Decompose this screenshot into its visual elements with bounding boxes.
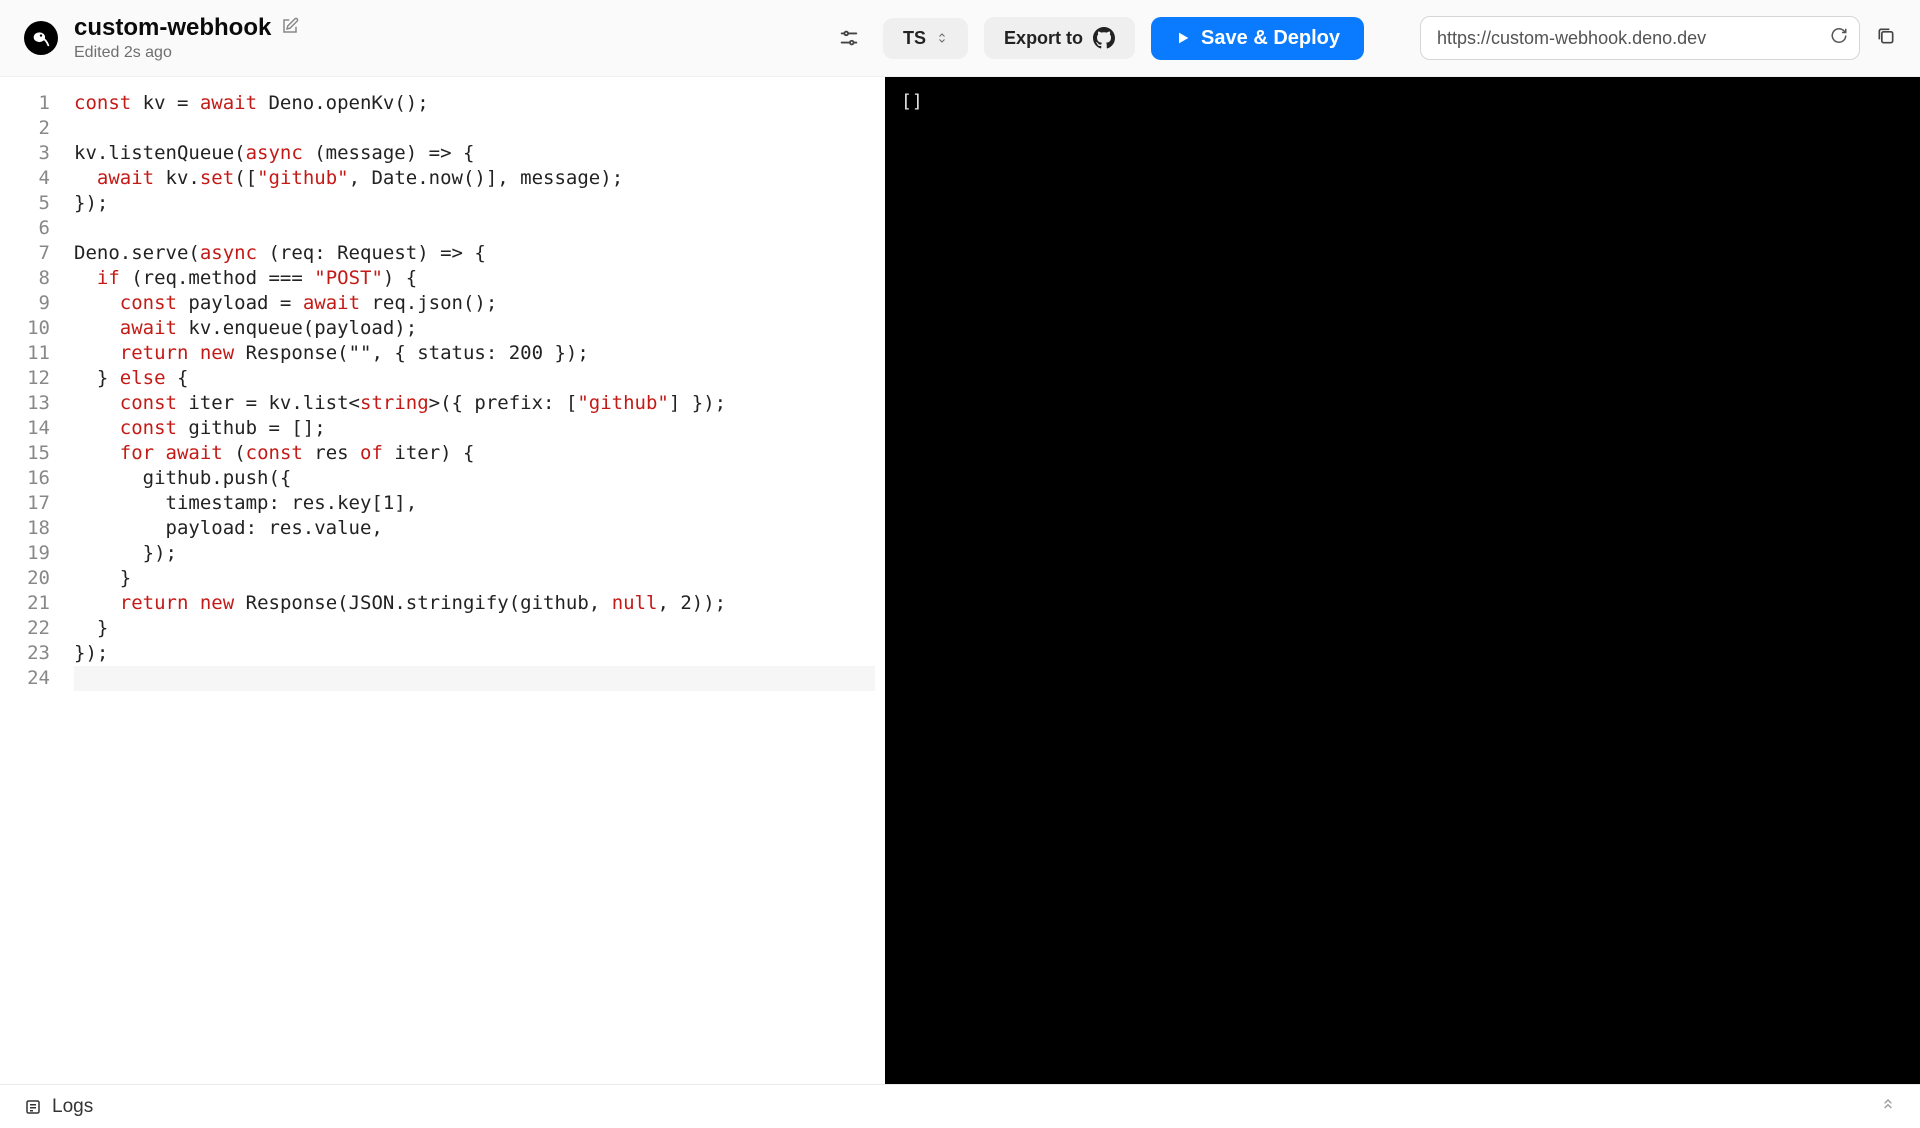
line-number: 6 bbox=[0, 216, 50, 241]
code-line[interactable]: const kv = await Deno.openKv(); bbox=[74, 91, 875, 116]
code-line[interactable] bbox=[74, 216, 875, 241]
code-line[interactable] bbox=[74, 666, 875, 691]
line-number: 4 bbox=[0, 166, 50, 191]
code-line[interactable]: return new Response(JSON.stringify(githu… bbox=[74, 591, 875, 616]
code-line[interactable]: const payload = await req.json(); bbox=[74, 291, 875, 316]
deno-icon bbox=[28, 25, 54, 51]
code-editor[interactable]: 123456789101112131415161718192021222324 … bbox=[0, 77, 885, 1084]
line-gutter: 123456789101112131415161718192021222324 bbox=[0, 77, 60, 1084]
code-line[interactable]: }); bbox=[74, 191, 875, 216]
line-number: 16 bbox=[0, 466, 50, 491]
code-line[interactable]: for await (const res of iter) { bbox=[74, 441, 875, 466]
play-icon bbox=[1175, 30, 1191, 46]
line-number: 17 bbox=[0, 491, 50, 516]
code-line[interactable]: kv.listenQueue(async (message) => { bbox=[74, 141, 875, 166]
title-block: custom-webhook Edited 2s ago bbox=[74, 14, 299, 62]
code-line[interactable]: if (req.method === "POST") { bbox=[74, 266, 875, 291]
chevron-updown-icon bbox=[936, 32, 948, 44]
code-line[interactable]: timestamp: res.key[1], bbox=[74, 491, 875, 516]
code-line[interactable]: return new Response("", { status: 200 })… bbox=[74, 341, 875, 366]
code-line[interactable]: }); bbox=[74, 641, 875, 666]
preview-output: [] bbox=[901, 91, 923, 112]
code-line[interactable]: github.push({ bbox=[74, 466, 875, 491]
deno-logo bbox=[24, 21, 58, 55]
main: 123456789101112131415161718192021222324 … bbox=[0, 77, 1920, 1084]
line-number: 11 bbox=[0, 341, 50, 366]
url-group bbox=[1420, 16, 1896, 60]
preview-url-input[interactable] bbox=[1420, 16, 1860, 60]
header: custom-webhook Edited 2s ago TS Export t… bbox=[0, 0, 1920, 77]
line-number: 19 bbox=[0, 541, 50, 566]
code-line[interactable]: const iter = kv.list<string>({ prefix: [… bbox=[74, 391, 875, 416]
line-number: 22 bbox=[0, 616, 50, 641]
refresh-icon[interactable] bbox=[1830, 27, 1848, 50]
line-number: 20 bbox=[0, 566, 50, 591]
language-label: TS bbox=[903, 28, 926, 49]
line-number: 5 bbox=[0, 191, 50, 216]
line-number: 23 bbox=[0, 641, 50, 666]
line-number: 10 bbox=[0, 316, 50, 341]
line-number: 7 bbox=[0, 241, 50, 266]
line-number: 3 bbox=[0, 141, 50, 166]
line-number: 14 bbox=[0, 416, 50, 441]
github-icon bbox=[1093, 27, 1115, 49]
code-line[interactable]: await kv.enqueue(payload); bbox=[74, 316, 875, 341]
line-number: 24 bbox=[0, 666, 50, 691]
settings-button[interactable] bbox=[831, 20, 867, 56]
code-line[interactable]: } bbox=[74, 566, 875, 591]
code-area[interactable]: const kv = await Deno.openKv(); kv.listen… bbox=[60, 77, 885, 1084]
line-number: 1 bbox=[0, 91, 50, 116]
line-number: 9 bbox=[0, 291, 50, 316]
language-selector[interactable]: TS bbox=[883, 18, 968, 59]
code-line[interactable] bbox=[74, 116, 875, 141]
line-number: 12 bbox=[0, 366, 50, 391]
line-number: 8 bbox=[0, 266, 50, 291]
code-line[interactable]: } else { bbox=[74, 366, 875, 391]
code-line[interactable]: Deno.serve(async (req: Request) => { bbox=[74, 241, 875, 266]
edit-title-icon[interactable] bbox=[281, 17, 299, 40]
line-number: 2 bbox=[0, 116, 50, 141]
line-number: 21 bbox=[0, 591, 50, 616]
line-number: 18 bbox=[0, 516, 50, 541]
code-line[interactable]: const github = []; bbox=[74, 416, 875, 441]
project-title: custom-webhook bbox=[74, 14, 271, 42]
preview-pane: [] bbox=[885, 77, 1920, 1084]
footer: Logs bbox=[0, 1084, 1920, 1128]
last-edited: Edited 2s ago bbox=[74, 44, 299, 62]
logs-icon bbox=[24, 1098, 42, 1116]
save-deploy-button[interactable]: Save & Deploy bbox=[1151, 17, 1364, 60]
export-label: Export to bbox=[1004, 28, 1083, 49]
code-line[interactable]: await kv.set(["github", Date.now()], mes… bbox=[74, 166, 875, 191]
line-number: 15 bbox=[0, 441, 50, 466]
line-number: 13 bbox=[0, 391, 50, 416]
logs-button[interactable]: Logs bbox=[24, 1096, 93, 1118]
code-line[interactable]: }); bbox=[74, 541, 875, 566]
expand-logs-icon[interactable] bbox=[1880, 1096, 1896, 1117]
logs-label: Logs bbox=[52, 1096, 93, 1118]
export-button[interactable]: Export to bbox=[984, 17, 1135, 59]
open-new-window-icon[interactable] bbox=[1876, 26, 1896, 51]
code-line[interactable]: payload: res.value, bbox=[74, 516, 875, 541]
code-line[interactable]: } bbox=[74, 616, 875, 641]
deploy-label: Save & Deploy bbox=[1201, 27, 1340, 50]
